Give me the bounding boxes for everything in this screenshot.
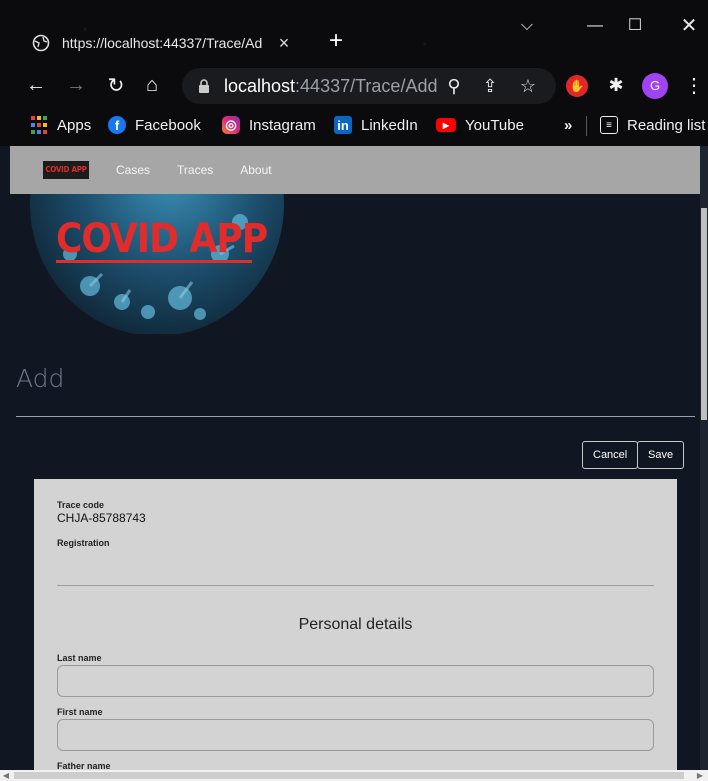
extensions-puzzle-icon[interactable]: ✱ [602,64,630,106]
title-divider [16,416,695,417]
zoom-icon[interactable]: ⚲ [440,68,468,104]
youtube-icon: ▶ [436,118,456,132]
save-button[interactable]: Save [637,441,685,469]
bookmark-instagram[interactable]: ◎ Instagram [222,110,316,140]
bookmark-apps[interactable]: Apps [30,110,91,140]
globe-icon [32,34,50,52]
home-icon[interactable]: ⌂ [138,64,166,106]
browser-tab[interactable]: https://localhost:44337/Trace/Ad × [20,26,310,60]
window-close-icon[interactable]: ✕ [674,14,704,38]
horizontal-scrollbar[interactable]: ◀ ▶ [0,770,708,781]
father-name-label: Father name [57,761,111,770]
bookmark-facebook[interactable]: f Facebook [108,110,201,140]
first-name-input[interactable] [57,719,654,751]
url-text: localhost:44337/Trace/Add [224,75,438,96]
scroll-right-arrow-icon[interactable]: ▶ [694,770,706,781]
page-viewport: COVID APP Cases Traces About COVID APP A… [10,146,700,770]
covid-banner-image: COVID APP [30,194,284,334]
extension-stop-icon[interactable]: ✋ [566,75,588,97]
browser-chrome: https://localhost:44337/Trace/Ad × + ⌵ —… [0,0,708,146]
maximize-icon[interactable]: ☐ [620,14,650,38]
horizontal-scroll-thumb[interactable] [14,772,684,779]
bookmark-label: LinkedIn [361,116,418,134]
banner-logo-text: COVID APP [56,216,267,262]
reload-icon[interactable]: ↻ [102,64,130,106]
bookmark-youtube[interactable]: ▶ YouTube [436,110,524,140]
profile-avatar[interactable]: G [642,73,668,99]
address-bar[interactable]: localhost:44337/Trace/Add ⚲ ⇪ ☆ [182,68,556,104]
share-icon[interactable]: ⇪ [476,68,504,104]
tab-strip: https://localhost:44337/Trace/Ad × + ⌵ —… [0,0,708,60]
bookmark-label: Instagram [249,116,316,134]
trace-form-card: Trace code CHJA-85788743 Registration Pe… [34,479,677,770]
trace-code-value: CHJA-85788743 [57,511,146,525]
bookmarks-overflow-button[interactable]: » [564,110,572,140]
bookmark-star-icon[interactable]: ☆ [514,68,542,104]
bookmarks-divider [586,116,587,136]
registration-label: Registration [57,538,110,548]
bookmark-label: Facebook [135,116,201,134]
facebook-icon: f [108,116,126,134]
vertical-scrollbar[interactable] [700,146,708,770]
menu-kebab-icon[interactable]: ⋮ [680,64,708,106]
last-name-input[interactable] [57,665,654,697]
cancel-button[interactable]: Cancel [582,441,639,469]
bookmarks-bar: Apps f Facebook ◎ Instagram in LinkedIn … [0,110,708,140]
apps-grid-icon [30,116,48,134]
navbar-logo[interactable]: COVID APP [43,161,89,179]
reading-list-icon: ≡ [600,116,618,134]
bookmark-label: YouTube [465,116,524,134]
scroll-left-arrow-icon[interactable]: ◀ [0,770,12,781]
new-tab-button[interactable]: + [326,27,346,55]
last-name-label: Last name [57,653,102,663]
tab-close-icon[interactable]: × [274,33,294,54]
section-title-personal-details: Personal details [298,616,413,633]
lock-icon [199,79,209,93]
browser-toolbar: ← → ↻ ⌂ localhost:44337/Trace/Add ⚲ ⇪ ☆ … [0,64,708,106]
reading-list-label: Reading list [627,116,706,134]
page-title: Add [16,364,65,393]
instagram-icon: ◎ [222,116,240,134]
reading-list-button[interactable]: ≡ Reading list [600,110,705,140]
forward-icon[interactable]: → [62,64,90,106]
minimize-icon[interactable]: — [580,14,610,38]
nav-link-cases[interactable]: Cases [116,163,150,177]
app-navbar: COVID APP Cases Traces About [10,146,700,194]
trace-code-label: Trace code [57,500,105,510]
vertical-scroll-thumb[interactable] [701,208,707,420]
tab-search-chevron-icon[interactable]: ⌵ [512,14,542,38]
first-name-label: First name [57,707,103,717]
form-divider [57,585,654,586]
bookmark-linkedin[interactable]: in LinkedIn [334,110,418,140]
bookmark-label: Apps [57,116,92,134]
linkedin-icon: in [334,116,352,134]
nav-link-traces[interactable]: Traces [177,163,213,177]
nav-link-about[interactable]: About [240,163,271,177]
back-icon[interactable]: ← [22,64,50,106]
tab-title: https://localhost:44337/Trace/Ad [62,35,263,51]
